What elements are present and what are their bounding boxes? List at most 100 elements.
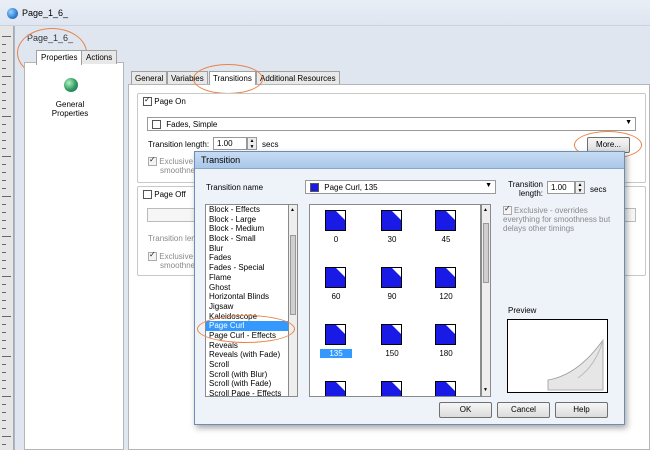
angle-label[interactable]: 180 bbox=[430, 349, 462, 358]
list-item[interactable]: Block - Effects bbox=[206, 205, 297, 215]
page-curl-120-icon[interactable] bbox=[435, 267, 456, 288]
ruler-tick bbox=[2, 68, 6, 69]
page-on-length-unit: secs bbox=[262, 140, 279, 149]
scroll-up-icon[interactable]: ▲ bbox=[290, 207, 295, 213]
page-off-checkbox[interactable] bbox=[143, 190, 152, 200]
transition-type-icon bbox=[152, 120, 161, 130]
page-on-length-label: Transition length: bbox=[148, 140, 210, 149]
transition-dialog: Transition Transition name Page Curl, 13… bbox=[194, 151, 625, 425]
list-item[interactable]: Block - Small bbox=[206, 234, 297, 244]
angle-label[interactable]: 45 bbox=[430, 235, 462, 244]
page-curl-150-icon[interactable] bbox=[381, 324, 402, 345]
list-item[interactable]: Fades bbox=[206, 253, 297, 263]
angle-label[interactable]: 90 bbox=[376, 292, 408, 301]
app-globe-icon bbox=[7, 8, 18, 19]
help-button[interactable]: Help bbox=[555, 402, 608, 418]
angle-label[interactable]: 120 bbox=[430, 292, 462, 301]
transition-angle-grid[interactable]: 0 30 45 60 90 120 135 150 180 bbox=[309, 204, 481, 397]
list-item[interactable]: Fades - Special bbox=[206, 263, 297, 273]
list-item[interactable]: Scroll (with Blur) bbox=[206, 370, 297, 380]
page-off-label: Page Off bbox=[154, 190, 186, 199]
page-off-exclusive-label2: smoothne bbox=[160, 261, 196, 271]
page-on-exclusive-label2: smoothne bbox=[160, 166, 196, 176]
angle-grid-scrollbar[interactable]: ▲ ▼ bbox=[481, 204, 491, 397]
general-properties-label[interactable]: General Properties bbox=[40, 100, 100, 118]
page-curl-135-icon[interactable] bbox=[325, 324, 346, 345]
angle-label[interactable]: 60 bbox=[320, 292, 352, 301]
list-item[interactable]: Jigsaw bbox=[206, 302, 297, 312]
page-on-exclusive-checkbox[interactable] bbox=[148, 155, 157, 167]
page-curl-60-icon[interactable] bbox=[325, 267, 346, 288]
list-item[interactable]: Block - Medium bbox=[206, 224, 297, 234]
page-curl-30-icon[interactable] bbox=[381, 210, 402, 231]
ruler-tick bbox=[2, 428, 6, 429]
transition-category-list[interactable]: Block - Effects Block - Large Block - Medi… bbox=[205, 204, 298, 397]
ruler-tick bbox=[2, 396, 11, 397]
page-on-length-input[interactable]: 1.00 bbox=[213, 137, 247, 150]
page-on-length-stepper[interactable]: ▲ ▼ bbox=[247, 137, 257, 150]
list-item[interactable]: Scroll bbox=[206, 360, 297, 370]
ruler-tick bbox=[2, 444, 6, 445]
tab-actions[interactable]: Actions bbox=[81, 50, 118, 64]
list-item[interactable]: Scroll (with Fade) bbox=[206, 379, 297, 389]
angle-label[interactable]: 0 bbox=[320, 235, 352, 244]
preview-label: Preview bbox=[508, 306, 537, 315]
cancel-button[interactable]: Cancel bbox=[497, 402, 550, 418]
tab-properties[interactable]: Properties bbox=[36, 50, 83, 65]
page-off-row: Page Off bbox=[143, 190, 186, 200]
page-curl-icon bbox=[310, 183, 319, 193]
angle-label[interactable]: 30 bbox=[376, 235, 408, 244]
ok-button[interactable]: OK bbox=[439, 402, 492, 418]
tab-transitions[interactable]: Transitions bbox=[209, 71, 256, 85]
ruler-tick bbox=[2, 404, 6, 405]
page-curl-0-icon[interactable] bbox=[325, 210, 346, 231]
list-item[interactable]: Ghost bbox=[206, 283, 297, 293]
ruler-tick bbox=[2, 292, 6, 293]
dialog-exclusive-checkbox[interactable] bbox=[503, 204, 512, 216]
scroll-up-icon[interactable]: ▲ bbox=[483, 207, 488, 213]
page-on-exclusive-row: Exclusive smoothne bbox=[148, 155, 196, 176]
scroll-down-icon[interactable]: ▼ bbox=[483, 387, 488, 393]
ruler-tick bbox=[2, 356, 11, 357]
list-item[interactable]: Flame bbox=[206, 273, 297, 283]
list-item[interactable]: Reveals (with Fade) bbox=[206, 350, 297, 360]
ruler-tick bbox=[2, 364, 6, 365]
ruler-tick bbox=[2, 156, 11, 157]
page-curl-45-icon[interactable] bbox=[435, 210, 456, 231]
list-item[interactable]: Scroll Page - Effects bbox=[206, 389, 297, 396]
page-curl-90-icon[interactable] bbox=[381, 267, 402, 288]
page-on-transition-select[interactable]: Fades, Simple ▼ bbox=[147, 117, 636, 131]
list-item[interactable]: Horizontal Blinds bbox=[206, 292, 297, 302]
ruler-tick bbox=[2, 124, 6, 125]
dialog-length-stepper[interactable]: ▲ ▼ bbox=[575, 181, 585, 194]
tab-general[interactable]: General bbox=[131, 71, 168, 84]
angle-label[interactable]: 135 bbox=[320, 349, 352, 358]
dialog-exclusive-row: Exclusive - overrides everything for smo… bbox=[503, 204, 621, 233]
page-curl-thumbnail-icon[interactable] bbox=[325, 381, 346, 396]
title-bar bbox=[0, 0, 650, 26]
scrollbar-thumb[interactable] bbox=[483, 223, 489, 283]
page-curl-thumbnail-icon[interactable] bbox=[381, 381, 402, 396]
general-properties-icon[interactable] bbox=[64, 78, 78, 92]
page-curl-thumbnail-icon[interactable] bbox=[435, 381, 456, 396]
ruler-tick bbox=[2, 324, 6, 325]
page-off-exclusive-checkbox[interactable] bbox=[148, 250, 157, 262]
list-item[interactable]: Block - Large bbox=[206, 215, 297, 225]
page-on-checkbox[interactable] bbox=[143, 95, 152, 107]
ruler-tick bbox=[2, 188, 6, 189]
angle-label[interactable]: 150 bbox=[376, 349, 408, 358]
tab-additional-resources[interactable]: Additional Resources bbox=[256, 71, 340, 84]
chevron-down-icon: ▼ bbox=[485, 182, 492, 189]
dialog-length-input[interactable]: 1.00 bbox=[547, 181, 575, 194]
list-item[interactable]: Blur bbox=[206, 244, 297, 254]
ruler-tick bbox=[2, 228, 6, 229]
ruler-tick bbox=[2, 204, 6, 205]
scrollbar-thumb[interactable] bbox=[290, 235, 296, 315]
vertical-ruler bbox=[0, 26, 14, 450]
page-curl-180-icon[interactable] bbox=[435, 324, 456, 345]
ruler-tick bbox=[2, 108, 6, 109]
chevron-down-icon: ▼ bbox=[625, 119, 632, 126]
ruler-tick bbox=[2, 268, 6, 269]
category-list-scrollbar[interactable]: ▲ bbox=[288, 204, 298, 397]
transition-name-select[interactable]: Page Curl, 135 ▼ bbox=[305, 180, 496, 194]
